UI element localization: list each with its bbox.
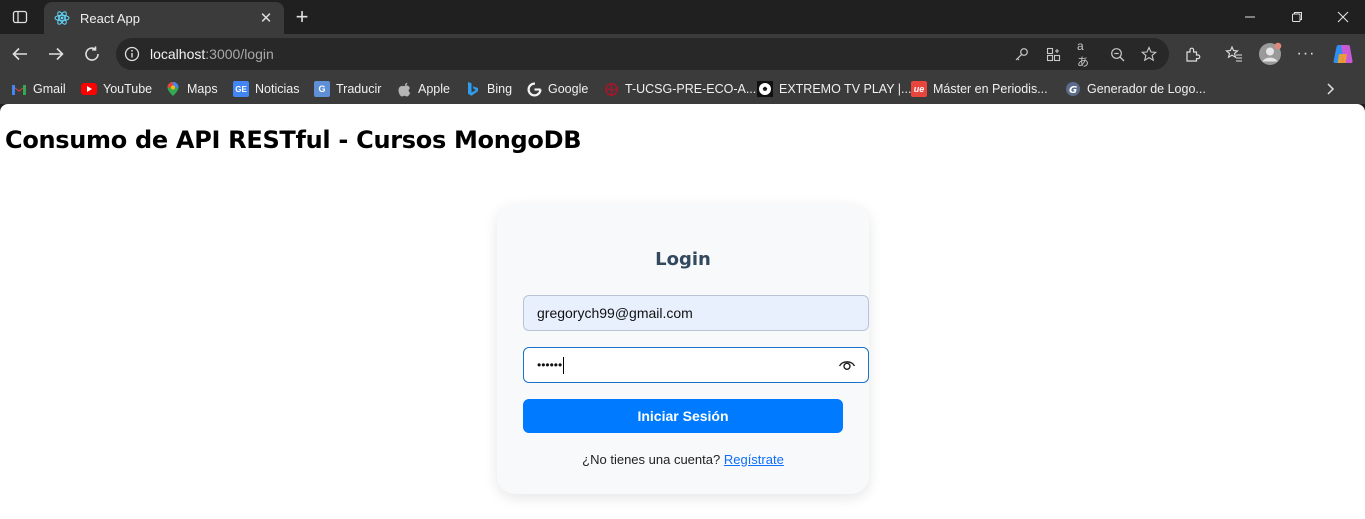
email-value: gregorych99@gmail.com bbox=[537, 305, 693, 321]
bookmark-master-periodismo[interactable]: ue Máster en Periodis... bbox=[911, 80, 1048, 98]
forward-icon[interactable] bbox=[44, 42, 68, 66]
extensions-icon[interactable] bbox=[1180, 42, 1204, 66]
react-icon bbox=[54, 11, 70, 25]
password-field[interactable]: •••••• bbox=[523, 347, 869, 383]
favorite-star-icon[interactable] bbox=[1141, 46, 1157, 62]
back-icon[interactable] bbox=[8, 42, 32, 66]
email-field[interactable]: gregorych99@gmail.com bbox=[523, 295, 869, 331]
youtube-icon bbox=[81, 81, 97, 97]
bookmark-traducir[interactable]: G Traducir bbox=[314, 80, 381, 98]
login-card: Login gregorych99@gmail.com •••••• Inici… bbox=[497, 204, 869, 494]
copilot-icon[interactable] bbox=[1331, 42, 1355, 66]
svg-text:G: G bbox=[1069, 85, 1077, 96]
eye-icon[interactable] bbox=[838, 358, 856, 372]
gmail-icon bbox=[11, 81, 27, 97]
bookmark-ucsg[interactable]: T-UCSG-PRE-ECO-A... bbox=[603, 80, 756, 98]
register-prompt-text: ¿No tienes una cuenta? bbox=[582, 452, 721, 467]
bookmarks-bar: Gmail YouTube Maps GE Noticias G Traduci… bbox=[0, 74, 1365, 104]
tab-active[interactable]: React App ✕ bbox=[44, 2, 284, 34]
minimize-icon[interactable] bbox=[1239, 6, 1261, 28]
login-title: Login bbox=[655, 249, 711, 270]
read-aloud-icon[interactable]: aあ bbox=[1077, 39, 1093, 69]
bookmark-noticias[interactable]: GE Noticias bbox=[233, 80, 299, 98]
bing-icon bbox=[465, 81, 481, 97]
page-viewport: Consumo de API RESTful - Cursos MongoDB … bbox=[0, 104, 1365, 519]
login-button[interactable]: Iniciar Sesión bbox=[523, 399, 843, 433]
profile-avatar-icon[interactable] bbox=[1258, 42, 1282, 66]
text-caret bbox=[563, 356, 565, 374]
google-icon bbox=[526, 81, 542, 97]
bookmark-generador-logo[interactable]: G Generador de Logo... bbox=[1065, 80, 1206, 98]
more-options-icon[interactable]: ··· bbox=[1294, 42, 1318, 66]
logo-generator-icon: G bbox=[1065, 81, 1081, 97]
ue-icon: ue bbox=[911, 81, 927, 97]
close-tab-icon[interactable]: ✕ bbox=[258, 10, 274, 27]
zoom-icon[interactable] bbox=[1109, 46, 1125, 62]
tab-actions-icon[interactable] bbox=[8, 6, 32, 28]
password-value: •••••• bbox=[537, 358, 563, 372]
navigation-toolbar: localhost:3000/login aあ ··· bbox=[0, 34, 1365, 74]
soccer-icon bbox=[757, 81, 773, 97]
key-icon[interactable] bbox=[1013, 46, 1029, 62]
bookmark-gmail[interactable]: Gmail bbox=[11, 80, 66, 98]
apple-icon bbox=[396, 81, 412, 97]
url-host: localhost bbox=[150, 46, 206, 62]
browser-chrome: React App ✕ + localhost:3000/login aあ ··… bbox=[0, 0, 1365, 104]
more-bookmarks-chevron-icon[interactable] bbox=[1323, 80, 1337, 98]
register-prompt: ¿No tienes una cuenta? Regístrate bbox=[497, 452, 869, 467]
news-icon: GE bbox=[233, 81, 249, 97]
favorites-icon[interactable] bbox=[1222, 42, 1246, 66]
ucsg-icon bbox=[603, 81, 619, 97]
translate-icon: G bbox=[314, 81, 330, 97]
site-info-icon[interactable] bbox=[124, 46, 140, 62]
apps-icon[interactable] bbox=[1045, 46, 1061, 62]
url-text[interactable]: localhost:3000/login bbox=[150, 46, 274, 62]
window-close-icon[interactable] bbox=[1332, 6, 1354, 28]
register-link[interactable]: Regístrate bbox=[724, 452, 784, 467]
new-tab-icon[interactable]: + bbox=[290, 5, 314, 29]
bookmark-youtube[interactable]: YouTube bbox=[81, 80, 152, 98]
maps-icon bbox=[165, 81, 181, 97]
bookmark-google[interactable]: Google bbox=[526, 80, 588, 98]
page-title: Consumo de API RESTful - Cursos MongoDB bbox=[5, 126, 582, 154]
tab-strip: React App ✕ + bbox=[0, 0, 1365, 34]
bookmark-maps[interactable]: Maps bbox=[165, 80, 218, 98]
refresh-icon[interactable] bbox=[80, 42, 104, 66]
address-bar[interactable]: localhost:3000/login aあ bbox=[116, 38, 1169, 70]
bookmark-extremo-tv[interactable]: EXTREMO TV PLAY |... bbox=[757, 80, 911, 98]
tab-title: React App bbox=[80, 10, 140, 26]
bookmark-bing[interactable]: Bing bbox=[465, 80, 512, 98]
url-path: :3000/login bbox=[205, 46, 274, 62]
bookmark-apple[interactable]: Apple bbox=[396, 80, 450, 98]
restore-icon[interactable] bbox=[1286, 6, 1308, 28]
